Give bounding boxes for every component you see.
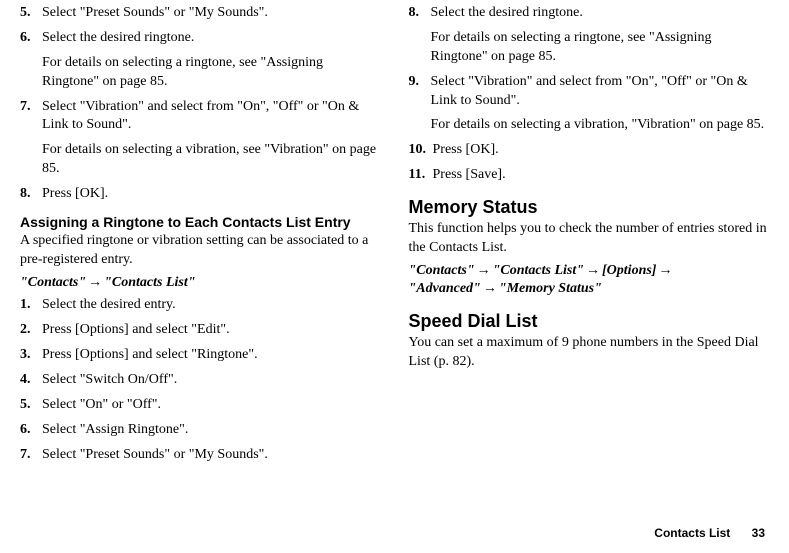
list-item: 8. Select the desired ringtone.	[409, 4, 770, 23]
item-text: Press [OK].	[433, 141, 770, 160]
right-column: 8. Select the desired ringtone. For deta…	[409, 4, 770, 471]
path-segment: "Contacts"	[20, 275, 86, 290]
item-text: Select "Preset Sounds" or "My Sounds".	[42, 4, 381, 23]
item-number: 5.	[20, 4, 42, 23]
item-number: 7.	[20, 446, 42, 465]
section-description: A specified ringtone or vibration settin…	[20, 232, 381, 270]
path-segment: "Memory Status"	[499, 281, 602, 296]
section-heading-assign-ringtone: Assigning a Ringtone to Each Contacts Li…	[20, 214, 381, 231]
item-detail: For details on selecting a vibration, "V…	[431, 116, 770, 135]
item-number: 9.	[409, 73, 431, 111]
path-segment: "Advanced"	[409, 281, 481, 296]
item-detail: For details on selecting a ringtone, see…	[42, 54, 381, 92]
path-segment: [Options]	[602, 263, 656, 278]
item-text: Press [Options] and select "Ringtone".	[42, 346, 381, 365]
item-text: Select "Vibration" and select from "On",…	[431, 73, 770, 111]
list-item: 4. Select "Switch On/Off".	[20, 371, 381, 390]
item-number: 4.	[20, 371, 42, 390]
item-number: 2.	[20, 321, 42, 340]
item-number: 5.	[20, 396, 42, 415]
list-item: 1. Select the desired entry.	[20, 296, 381, 315]
item-number: 6.	[20, 421, 42, 440]
item-detail: For details on selecting a ringtone, see…	[431, 29, 770, 67]
list-item: 9. Select "Vibration" and select from "O…	[409, 73, 770, 111]
item-text: Select "Assign Ringtone".	[42, 421, 381, 440]
arrow-icon: →	[86, 275, 104, 290]
item-text: Select "On" or "Off".	[42, 396, 381, 415]
item-text: Press [OK].	[42, 185, 381, 204]
item-number: 6.	[20, 29, 42, 48]
item-text: Select the desired ringtone.	[42, 29, 381, 48]
list-item: 7. Select "Preset Sounds" or "My Sounds"…	[20, 446, 381, 465]
item-number: 10.	[409, 141, 433, 160]
item-number: 8.	[20, 185, 42, 204]
footer-label: Contacts List	[654, 526, 730, 540]
list-item: 6. Select "Assign Ringtone".	[20, 421, 381, 440]
list-item: 10. Press [OK].	[409, 141, 770, 160]
item-number: 1.	[20, 296, 42, 315]
list-item: 5. Select "On" or "Off".	[20, 396, 381, 415]
list-item: 8. Press [OK].	[20, 185, 381, 204]
item-text: Press [Options] and select "Edit".	[42, 321, 381, 340]
list-item: 6. Select the desired ringtone.	[20, 29, 381, 48]
page-content: 5. Select "Preset Sounds" or "My Sounds"…	[0, 0, 789, 471]
section-heading-memory-status: Memory Status	[409, 197, 770, 219]
list-item: 3. Press [Options] and select "Ringtone"…	[20, 346, 381, 365]
list-item: 5. Select "Preset Sounds" or "My Sounds"…	[20, 4, 381, 23]
list-item: 7. Select "Vibration" and select from "O…	[20, 98, 381, 136]
item-text: Select the desired ringtone.	[431, 4, 770, 23]
item-text: Select "Preset Sounds" or "My Sounds".	[42, 446, 381, 465]
item-number: 7.	[20, 98, 42, 136]
arrow-icon: →	[481, 281, 499, 296]
navigation-path: "Contacts"→"Contacts List"	[20, 274, 381, 293]
section-description: You can set a maximum of 9 phone numbers…	[409, 334, 770, 372]
path-segment: "Contacts List"	[104, 275, 195, 290]
list-item: 2. Press [Options] and select "Edit".	[20, 321, 381, 340]
path-segment: "Contacts List"	[493, 263, 584, 278]
item-text: Select "Switch On/Off".	[42, 371, 381, 390]
arrow-icon: →	[584, 263, 602, 278]
list-item: 11. Press [Save].	[409, 166, 770, 185]
page-footer: Contacts List 33	[654, 525, 765, 541]
left-column: 5. Select "Preset Sounds" or "My Sounds"…	[20, 4, 381, 471]
item-text: Press [Save].	[433, 166, 770, 185]
page-number: 33	[752, 526, 765, 540]
item-number: 3.	[20, 346, 42, 365]
item-text: Select the desired entry.	[42, 296, 381, 315]
item-text: Select "Vibration" and select from "On",…	[42, 98, 381, 136]
arrow-icon: →	[656, 263, 674, 278]
item-number: 8.	[409, 4, 431, 23]
item-detail: For details on selecting a vibration, se…	[42, 141, 381, 179]
section-description: This function helps you to check the num…	[409, 220, 770, 258]
arrow-icon: →	[475, 263, 493, 278]
navigation-path: "Contacts"→"Contacts List"→[Options]→"Ad…	[409, 262, 770, 300]
path-segment: "Contacts"	[409, 263, 475, 278]
section-heading-speed-dial-list: Speed Dial List	[409, 311, 770, 333]
item-number: 11.	[409, 166, 433, 185]
